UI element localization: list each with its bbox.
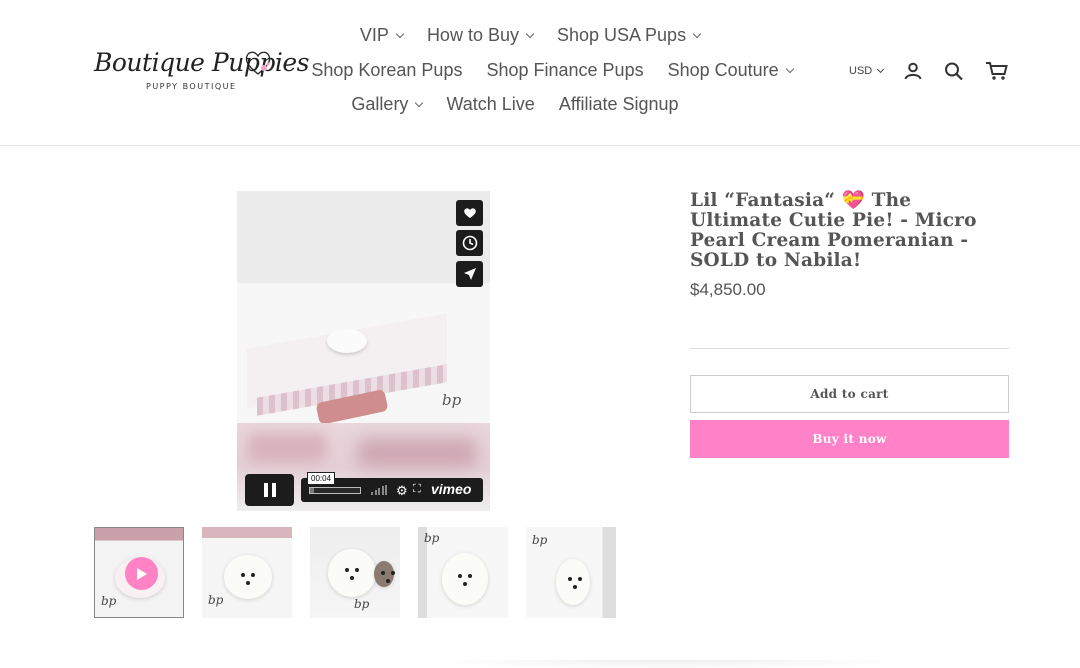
video-puppy (327, 329, 367, 353)
logo-tagline: PUPPY BOUTIQUE (146, 82, 237, 91)
product-page: Boutique Puppies PUPPY BOUTIQUE VIP How … (0, 0, 1080, 668)
chevron-down-icon (415, 98, 424, 107)
currency-selector[interactable]: USD (849, 65, 885, 77)
nav-shop-finance-pups[interactable]: Shop Finance Pups (486, 60, 643, 81)
share-icon[interactable] (456, 261, 483, 287)
chevron-down-icon (395, 29, 405, 38)
thumbnail-4[interactable]: bp (418, 527, 508, 618)
product-video-player[interactable]: bp 00:04 ⚙ ⛶ vimeo (237, 191, 490, 511)
video-watermark: bp (442, 391, 462, 409)
buy-now-button[interactable]: Buy it now (690, 420, 1009, 458)
thumbnail-watermark: bp (532, 533, 548, 547)
video-frame-top (237, 191, 490, 283)
chevron-down-icon (785, 64, 794, 73)
pause-button[interactable] (245, 474, 294, 506)
volume-icon[interactable] (371, 485, 389, 495)
video-progress-fill (310, 488, 314, 493)
nav-label: Shop Couture (667, 60, 779, 80)
nav-shop-korean-pups[interactable]: Shop Korean Pups (311, 60, 462, 81)
nav-label: Affiliate Signup (558, 94, 679, 114)
nav-label: Shop USA Pups (556, 25, 687, 45)
watch-later-icon[interactable] (456, 230, 483, 256)
fullscreen-icon[interactable]: ⛶ (413, 483, 421, 496)
main-nav-row-3: Gallery Watch Live Affiliate Signup (0, 94, 1055, 115)
chevron-down-icon (525, 29, 535, 38)
product-price: $4,850.00 (690, 280, 766, 299)
thumbnail-watermark: bp (208, 593, 224, 607)
cart-icon[interactable] (985, 61, 1009, 81)
nav-how-to-buy[interactable]: How to Buy (426, 25, 535, 46)
settings-gear-icon[interactable]: ⚙ (396, 483, 408, 499)
chevron-down-icon (877, 65, 885, 74)
nav-label: VIP (359, 25, 389, 45)
nav-label: Gallery (351, 94, 409, 114)
site-header: Boutique Puppies PUPPY BOUTIQUE VIP How … (0, 0, 1080, 146)
play-icon (125, 557, 158, 590)
pause-icon (263, 483, 276, 497)
divider (690, 348, 1009, 349)
header-tools: USD (849, 61, 1009, 81)
nav-watch-live[interactable]: Watch Live (446, 94, 534, 115)
thumbnail-watermark: bp (354, 597, 370, 611)
product-title: Lil “Fantasia“ 💝 The Ultimate Cutie Pie!… (690, 190, 977, 271)
nav-shop-couture[interactable]: Shop Couture (667, 60, 794, 81)
video-controls: 00:04 ⚙ ⛶ vimeo (245, 472, 483, 506)
currency-label: USD (849, 65, 873, 77)
nav-label: Shop Finance Pups (486, 60, 644, 80)
thumbnail-3[interactable]: bp (310, 527, 400, 618)
nav-gallery[interactable]: Gallery (351, 94, 424, 115)
vimeo-logo[interactable]: vimeo (431, 481, 471, 497)
product-thumbnails: bp bp bp bp bp (94, 527, 634, 618)
thumbnail-video[interactable]: bp (94, 527, 184, 618)
add-to-cart-button[interactable]: Add to cart (690, 375, 1009, 413)
nav-affiliate-signup[interactable]: Affiliate Signup (559, 94, 679, 115)
nav-shop-usa-pups[interactable]: Shop USA Pups (556, 25, 702, 46)
thumbnail-watermark: bp (101, 594, 117, 608)
main-nav-row-1: VIP How to Buy Shop USA Pups (0, 25, 1070, 46)
nav-vip[interactable]: VIP (359, 25, 405, 46)
account-icon[interactable] (903, 61, 923, 81)
thumbnail-2[interactable]: bp (202, 527, 292, 618)
thumbnail-watermark: bp (424, 531, 440, 545)
chevron-down-icon (692, 29, 702, 38)
nav-label: How to Buy (426, 25, 519, 45)
video-control-bar: 00:04 ⚙ ⛶ vimeo (301, 472, 483, 502)
video-time: 00:04 (307, 472, 336, 485)
page-fold-shadow (430, 660, 910, 668)
thumbnail-5[interactable]: bp (526, 527, 616, 618)
nav-label: Shop Korean Pups (311, 60, 463, 80)
nav-label: Watch Live (446, 94, 535, 114)
like-icon[interactable] (456, 200, 483, 226)
search-icon[interactable] (943, 61, 965, 81)
video-progress-bar[interactable]: 00:04 (307, 472, 361, 494)
